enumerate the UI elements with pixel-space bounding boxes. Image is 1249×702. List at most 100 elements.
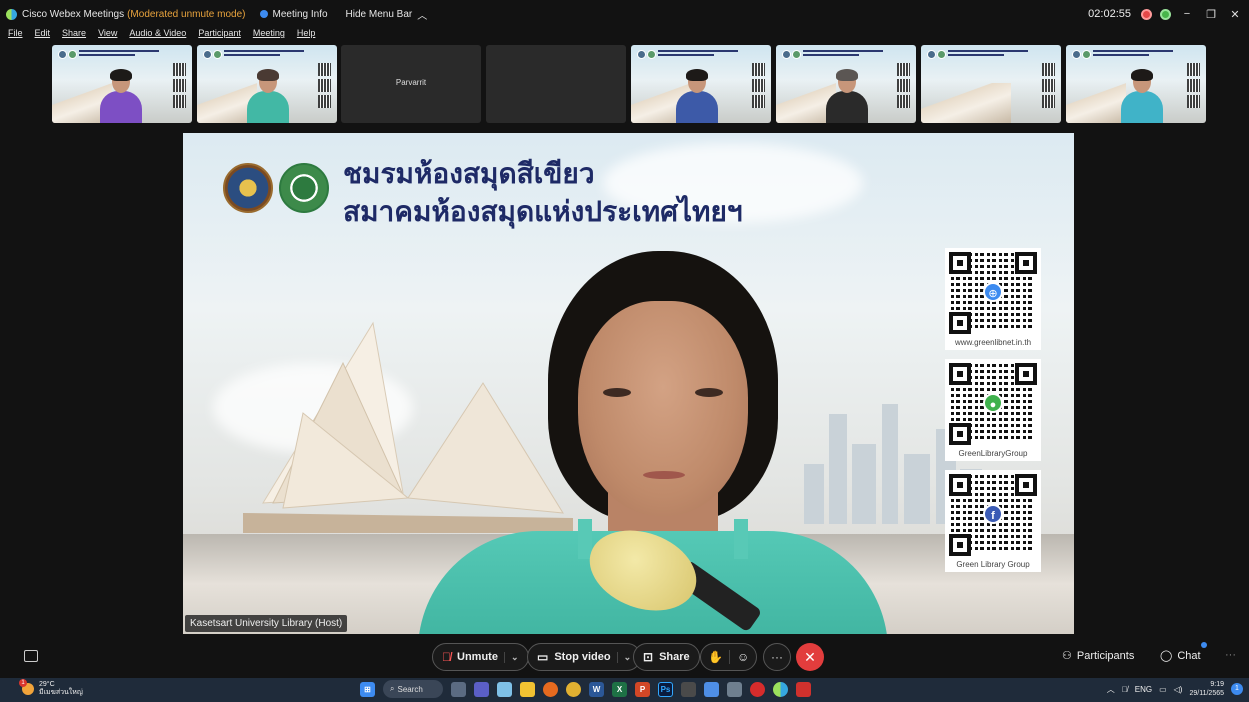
participant-thumbnail[interactable] bbox=[631, 45, 771, 123]
hide-menu-bar-button[interactable]: Hide Menu Bar ︿ bbox=[346, 7, 428, 22]
calculator-icon[interactable] bbox=[727, 681, 742, 697]
search-label: Search bbox=[397, 684, 423, 694]
recording-icon[interactable] bbox=[1141, 8, 1152, 20]
slide-title-line-1: ชมรมห้องสมุดสีเขียว bbox=[343, 157, 595, 190]
weather-widget[interactable]: 29°C มีเมฆส่วนใหญ่ bbox=[19, 679, 83, 697]
unmute-button[interactable]: 🎙̸ Unmute ⌄ bbox=[432, 643, 529, 671]
chevron-up-icon: ︿ bbox=[417, 10, 428, 22]
menu-edit[interactable]: Edit bbox=[35, 28, 51, 42]
windows-start-icon[interactable]: ⊞ bbox=[360, 681, 375, 697]
weather-text: มีเมฆส่วนใหญ่ bbox=[39, 689, 83, 696]
menu-help[interactable]: Help bbox=[297, 28, 316, 42]
line-icon: ● bbox=[983, 393, 1003, 413]
notification-badge[interactable]: 1 bbox=[1231, 683, 1243, 695]
host-name-label: Kasetsart University Library (Host) bbox=[185, 615, 348, 632]
search-icon: ⌕ bbox=[390, 684, 395, 693]
qr-website: ⊕ www.greenlibnet.in.th bbox=[945, 248, 1041, 350]
menu-view[interactable]: View bbox=[98, 28, 117, 42]
meeting-timer: 02:02:55 bbox=[1088, 8, 1131, 20]
menu-bar: File Edit Share View Audio & Video Parti… bbox=[0, 28, 315, 42]
globe-icon: ⊕ bbox=[983, 282, 1003, 302]
menu-meeting[interactable]: Meeting bbox=[253, 28, 285, 42]
meeting-controls: 🎙̸ Unmute ⌄ ▭ Stop video ⌄ ⊡ Share ✋ ☺ ·… bbox=[0, 640, 1249, 674]
opera-icon[interactable] bbox=[750, 681, 765, 697]
meeting-info-button[interactable]: Meeting Info bbox=[259, 8, 328, 20]
connection-status-icon[interactable] bbox=[1160, 8, 1171, 20]
task-view-icon[interactable] bbox=[451, 681, 466, 697]
library-association-logo bbox=[223, 163, 273, 213]
notepad-icon[interactable] bbox=[704, 681, 719, 697]
volume-icon[interactable]: ◁) bbox=[1174, 685, 1183, 694]
network-icon[interactable]: ▭ bbox=[1159, 685, 1167, 694]
teams-icon[interactable] bbox=[474, 681, 489, 697]
participant-thumbnail[interactable] bbox=[1066, 45, 1206, 123]
word-icon[interactable]: W bbox=[589, 681, 604, 697]
chrome-icon[interactable] bbox=[566, 681, 581, 697]
powerpoint-icon[interactable]: P bbox=[635, 681, 650, 697]
raise-hand-icon[interactable]: ✋ bbox=[708, 650, 723, 664]
title-bar: Cisco Webex Meetings (Moderated unmute m… bbox=[0, 0, 1249, 28]
menu-audio-video[interactable]: Audio & Video bbox=[129, 28, 186, 42]
restore-button[interactable]: ❐ bbox=[1203, 8, 1219, 21]
participants-button[interactable]: ⚇ Participants bbox=[1062, 649, 1134, 663]
tray-chevron-icon[interactable]: ︿ bbox=[1107, 684, 1115, 695]
active-speaker-video[interactable]: ชมรมห้องสมุดสีเขียว สมาคมห้องสมุดแห่งประ… bbox=[183, 133, 1074, 634]
mic-muted-icon: 🎙̸ bbox=[442, 650, 451, 664]
excel-icon[interactable]: X bbox=[612, 681, 627, 697]
qr-line-label: GreenLibraryGroup bbox=[945, 447, 1041, 461]
meeting-info-label: Meeting Info bbox=[272, 8, 328, 20]
webex-icon[interactable] bbox=[773, 681, 788, 697]
taskbar-apps: ⊞ ⌕ Search W X P Ps bbox=[360, 680, 811, 698]
app-name: Cisco Webex Meetings bbox=[22, 8, 125, 20]
photoshop-icon[interactable]: Ps bbox=[658, 681, 673, 697]
participant-thumbnail[interactable] bbox=[52, 45, 192, 123]
qr-website-label: www.greenlibnet.in.th bbox=[945, 336, 1041, 350]
app-icon[interactable] bbox=[681, 681, 696, 697]
chevron-down-icon[interactable]: ⌄ bbox=[503, 651, 519, 663]
hide-menu-label: Hide Menu Bar bbox=[345, 8, 413, 20]
share-button[interactable]: ⊡ Share bbox=[633, 643, 700, 671]
participant-thumbnail[interactable] bbox=[486, 45, 626, 123]
slide-title: ชมรมห้องสมุดสีเขียว สมาคมห้องสมุดแห่งประ… bbox=[343, 155, 743, 231]
close-button[interactable]: ✕ bbox=[1227, 8, 1243, 21]
qr-line: ● GreenLibraryGroup bbox=[945, 359, 1041, 461]
share-label: Share bbox=[659, 651, 690, 663]
acrobat-icon[interactable] bbox=[796, 681, 811, 697]
participant-thumbnail[interactable] bbox=[197, 45, 337, 123]
firefox-icon[interactable] bbox=[543, 681, 558, 697]
chevron-down-icon[interactable]: ⌄ bbox=[616, 651, 631, 663]
language-indicator[interactable]: ENG bbox=[1135, 685, 1152, 694]
participant-thumbnail[interactable]: Parvarrit bbox=[341, 45, 481, 123]
reactions-icon[interactable]: ☺ bbox=[728, 650, 749, 664]
mic-muted-tray-icon[interactable]: 🎙̸ bbox=[1122, 685, 1128, 694]
titlebar-right: 02:02:55 − ❐ ✕ bbox=[1088, 8, 1243, 21]
menu-file[interactable]: File bbox=[8, 28, 23, 42]
stop-video-button[interactable]: ▭ Stop video ⌄ bbox=[527, 643, 642, 671]
menu-share[interactable]: Share bbox=[62, 28, 86, 42]
chat-button[interactable]: ◯ Chat bbox=[1160, 649, 1201, 663]
reactions-group: ✋ ☺ bbox=[700, 643, 758, 671]
participants-icon: ⚇ bbox=[1062, 650, 1072, 662]
clock[interactable]: 9:19 29/11/2565 bbox=[1189, 680, 1224, 698]
stop-video-label: Stop video bbox=[554, 651, 611, 663]
menu-participant[interactable]: Participant bbox=[198, 28, 241, 42]
info-icon bbox=[259, 10, 268, 18]
webex-window: Cisco Webex Meetings (Moderated unmute m… bbox=[0, 0, 1249, 702]
chat-label: Chat bbox=[1177, 649, 1201, 662]
webex-logo-icon bbox=[6, 8, 17, 20]
participant-thumbnail[interactable] bbox=[921, 45, 1061, 123]
taskbar-search[interactable]: ⌕ Search bbox=[383, 680, 443, 698]
participant-thumbnail[interactable] bbox=[776, 45, 916, 123]
panel-more-button[interactable]: ··· bbox=[1225, 649, 1236, 661]
chat-icon: ◯ bbox=[1160, 650, 1173, 662]
file-explorer-icon[interactable] bbox=[520, 681, 535, 697]
widgets-icon[interactable] bbox=[497, 681, 512, 697]
clock-date: 29/11/2565 bbox=[1189, 690, 1224, 697]
video-camera-icon: ▭ bbox=[537, 650, 549, 664]
participant-name: Parvarrit bbox=[395, 78, 427, 87]
captions-icon[interactable] bbox=[24, 650, 38, 662]
leave-meeting-button[interactable]: ✕ bbox=[796, 643, 824, 671]
more-options-button[interactable]: ··· bbox=[763, 643, 791, 671]
minimize-button[interactable]: − bbox=[1179, 8, 1195, 20]
weather-icon bbox=[19, 679, 34, 695]
